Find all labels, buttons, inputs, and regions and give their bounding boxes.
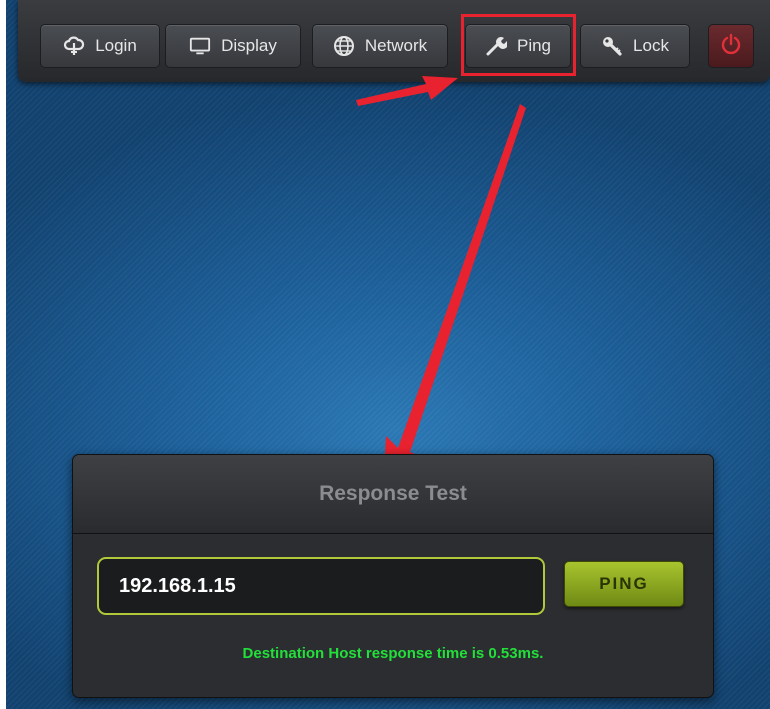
wrench-icon (485, 35, 507, 57)
response-test-panel: Response Test PING Destination Host resp… (72, 454, 714, 698)
ping-result-text: Destination Host response time is 0.53ms… (242, 645, 544, 662)
key-icon (601, 35, 623, 57)
display-label: Display (221, 36, 277, 55)
cloud-icon (63, 35, 85, 57)
panel-title: Response Test (73, 455, 713, 534)
ip-address-input[interactable] (97, 557, 545, 615)
ping-tab-button[interactable]: Ping (465, 24, 571, 68)
display-button[interactable]: Display (165, 24, 301, 68)
network-label: Network (364, 36, 428, 55)
ping-button[interactable]: PING (564, 561, 684, 607)
power-icon (720, 33, 742, 60)
app-background: Login Display Network Ping Lock Response… (6, 0, 770, 709)
top-toolbar: Login Display Network Ping Lock (18, 0, 770, 82)
power-button[interactable] (708, 24, 754, 68)
login-label: Login (95, 36, 137, 55)
globe-icon (333, 35, 355, 57)
network-button[interactable]: Network (312, 24, 448, 68)
lock-label: Lock (633, 36, 669, 55)
login-button[interactable]: Login (40, 24, 160, 68)
annotation-arrow-diagonal (384, 104, 526, 472)
ping-tab-label: Ping (516, 36, 552, 55)
lock-button[interactable]: Lock (580, 24, 690, 68)
monitor-icon (189, 35, 211, 57)
